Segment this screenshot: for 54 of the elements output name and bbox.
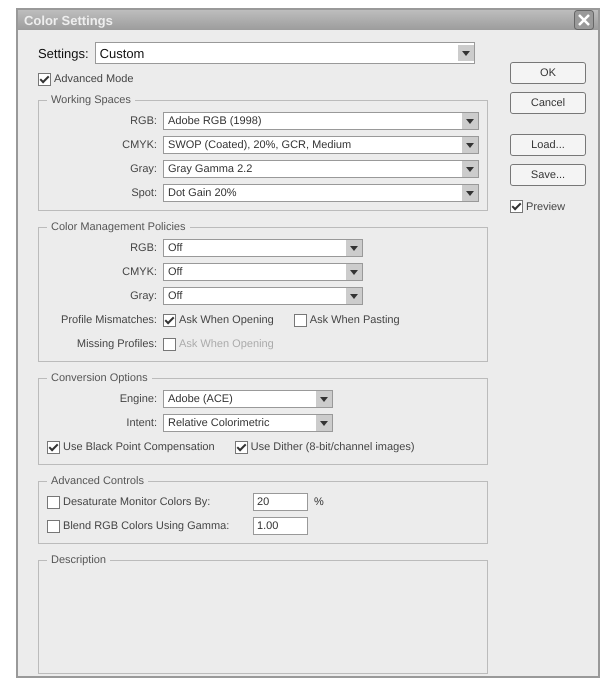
field-label: Missing Profiles: xyxy=(76,338,157,350)
field-label: Spot: xyxy=(130,187,157,199)
close-icon[interactable] xyxy=(574,10,594,30)
dialog-button[interactable]: Cancel xyxy=(510,92,586,114)
caret-icon[interactable] xyxy=(346,264,362,280)
dialog-button[interactable]: OK xyxy=(510,62,586,84)
dialog-button[interactable]: Save... xyxy=(510,164,586,186)
dropdown[interactable]: Off xyxy=(163,239,363,257)
dialog-button[interactable]: Load... xyxy=(510,134,586,156)
dropdown[interactable]: Relative Colorimetric xyxy=(163,414,333,432)
window-title: Color Settings xyxy=(24,12,113,28)
option-checkbox[interactable]: Use Dither (8-bit/channel images) xyxy=(234,440,414,454)
dropdown[interactable]: Off xyxy=(163,263,363,281)
option-checkbox[interactable]: Ask When Opening xyxy=(163,314,274,326)
caret-icon[interactable] xyxy=(316,391,332,407)
caret-icon[interactable] xyxy=(462,185,478,201)
option-checkbox[interactable]: Use Black Point Compensation xyxy=(47,440,215,454)
preview-checkbox[interactable]: Preview xyxy=(510,200,586,213)
input-field[interactable]: 20 xyxy=(253,493,308,511)
option-checkbox[interactable]: Blend RGB Colors Using Gamma: xyxy=(47,520,247,532)
caret-icon[interactable] xyxy=(346,288,362,304)
advanced-mode-checkbox[interactable]: Advanced Mode xyxy=(38,68,488,90)
option-checkbox[interactable]: Desaturate Monitor Colors By: xyxy=(47,496,247,508)
dropdown[interactable]: Gray Gamma 2.2 xyxy=(163,160,479,178)
dropdown[interactable]: Dot Gain 20% xyxy=(163,184,479,202)
group-title: Working Spaces xyxy=(50,94,132,106)
field-label: CMYK: xyxy=(121,266,157,278)
field-label: Gray: xyxy=(129,163,157,175)
field-label: Engine: xyxy=(118,393,157,405)
caret-icon[interactable] xyxy=(462,137,478,153)
option-checkbox[interactable]: Ask When Pasting xyxy=(294,314,400,326)
unit-label: % xyxy=(314,496,324,508)
caret-icon[interactable] xyxy=(316,415,332,431)
dropdown[interactable]: Adobe RGB (1998) xyxy=(163,112,479,130)
group-title: Conversion Options xyxy=(50,372,149,384)
caret-icon[interactable] xyxy=(346,240,362,256)
field-label: Intent: xyxy=(125,417,157,429)
group-title: Color Management Policies xyxy=(50,221,187,233)
group-title: Description xyxy=(50,554,108,566)
settings-dropdown[interactable]: Custom xyxy=(94,42,475,64)
caret-icon[interactable] xyxy=(462,161,478,177)
field-label: CMYK: xyxy=(121,139,157,151)
dropdown[interactable]: Off xyxy=(163,287,363,305)
settings-label: Settings: xyxy=(38,46,89,60)
input-field[interactable]: 1.00 xyxy=(253,517,308,535)
dropdown[interactable]: SWOP (Coated), 20%, GCR, Medium xyxy=(163,136,479,154)
field-label: Profile Mismatches: xyxy=(60,314,157,326)
field-label: RGB: xyxy=(129,115,157,127)
caret-icon[interactable] xyxy=(462,113,478,129)
field-label: RGB: xyxy=(129,242,157,254)
group-title: Advanced Controls xyxy=(50,475,145,487)
dropdown[interactable]: Adobe (ACE) xyxy=(163,390,333,408)
caret-icon[interactable] xyxy=(458,45,474,61)
field-label: Gray: xyxy=(129,290,157,302)
